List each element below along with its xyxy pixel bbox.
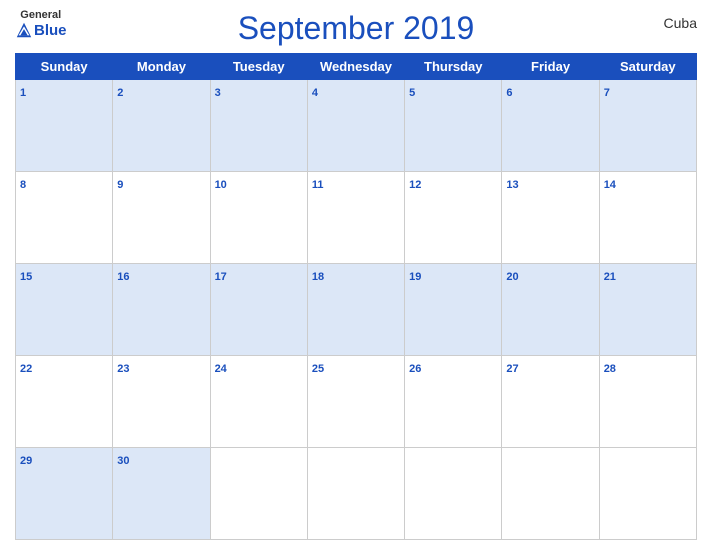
calendar-cell: 20 xyxy=(502,264,599,356)
day-number: 30 xyxy=(117,455,129,467)
day-number: 15 xyxy=(20,271,32,283)
calendar-week-row: 29 30 xyxy=(16,448,697,540)
calendar-cell: 14 xyxy=(599,172,696,264)
day-number: 22 xyxy=(20,363,32,375)
day-number: 25 xyxy=(312,363,324,375)
day-number: 23 xyxy=(117,363,129,375)
day-number: 14 xyxy=(604,179,616,191)
calendar-cell: 16 xyxy=(113,264,210,356)
calendar-cell: 7 xyxy=(599,80,696,172)
calendar-cell: 27 xyxy=(502,356,599,448)
day-number: 26 xyxy=(409,363,421,375)
calendar-cell: 2 xyxy=(113,80,210,172)
day-number: 12 xyxy=(409,179,421,191)
day-number: 5 xyxy=(409,87,415,99)
calendar-cell: 15 xyxy=(16,264,113,356)
day-number: 17 xyxy=(215,271,227,283)
calendar-cell: 13 xyxy=(502,172,599,264)
day-number: 27 xyxy=(506,363,518,375)
calendar-header: General Blue September 2019 Cuba xyxy=(15,10,697,47)
weekday-header-friday: Friday xyxy=(502,54,599,80)
calendar-cell xyxy=(405,448,502,540)
weekday-header-row: SundayMondayTuesdayWednesdayThursdayFrid… xyxy=(16,54,697,80)
calendar-cell: 21 xyxy=(599,264,696,356)
day-number: 8 xyxy=(20,179,26,191)
day-number: 28 xyxy=(604,363,616,375)
calendar-cell: 9 xyxy=(113,172,210,264)
logo-icon xyxy=(15,21,33,39)
calendar-cell: 26 xyxy=(405,356,502,448)
day-number: 19 xyxy=(409,271,421,283)
calendar-cell: 6 xyxy=(502,80,599,172)
day-number: 7 xyxy=(604,87,610,99)
calendar-cell: 8 xyxy=(16,172,113,264)
calendar-cell: 1 xyxy=(16,80,113,172)
calendar-cell: 19 xyxy=(405,264,502,356)
calendar-cell: 28 xyxy=(599,356,696,448)
weekday-header-wednesday: Wednesday xyxy=(307,54,404,80)
day-number: 16 xyxy=(117,271,129,283)
day-number: 21 xyxy=(604,271,616,283)
day-number: 13 xyxy=(506,179,518,191)
calendar-cell: 3 xyxy=(210,80,307,172)
calendar-cell: 11 xyxy=(307,172,404,264)
calendar-cell xyxy=(502,448,599,540)
calendar-cell: 24 xyxy=(210,356,307,448)
day-number: 1 xyxy=(20,87,26,99)
calendar-cell xyxy=(599,448,696,540)
day-number: 10 xyxy=(215,179,227,191)
logo-general-text: General xyxy=(20,10,61,21)
day-number: 2 xyxy=(117,87,123,99)
logo-blue-text: Blue xyxy=(15,21,67,39)
weekday-header-thursday: Thursday xyxy=(405,54,502,80)
calendar-cell: 18 xyxy=(307,264,404,356)
weekday-header-sunday: Sunday xyxy=(16,54,113,80)
calendar-cell: 17 xyxy=(210,264,307,356)
calendar-cell: 10 xyxy=(210,172,307,264)
calendar-week-row: 1 2 3 4 5 6 7 xyxy=(16,80,697,172)
calendar-cell: 12 xyxy=(405,172,502,264)
day-number: 6 xyxy=(506,87,512,99)
logo: General Blue xyxy=(15,10,67,39)
weekday-header-monday: Monday xyxy=(113,54,210,80)
calendar-table: SundayMondayTuesdayWednesdayThursdayFrid… xyxy=(15,53,697,540)
weekday-header-saturday: Saturday xyxy=(599,54,696,80)
day-number: 18 xyxy=(312,271,324,283)
day-number: 20 xyxy=(506,271,518,283)
calendar-week-row: 15 16 17 18 19 20 21 xyxy=(16,264,697,356)
calendar-cell xyxy=(307,448,404,540)
calendar-cell xyxy=(210,448,307,540)
calendar-cell: 25 xyxy=(307,356,404,448)
calendar-cell: 29 xyxy=(16,448,113,540)
day-number: 11 xyxy=(312,179,324,191)
weekday-header-tuesday: Tuesday xyxy=(210,54,307,80)
calendar-cell: 5 xyxy=(405,80,502,172)
calendar-cell: 22 xyxy=(16,356,113,448)
day-number: 4 xyxy=(312,87,318,99)
calendar-cell: 23 xyxy=(113,356,210,448)
day-number: 24 xyxy=(215,363,227,375)
calendar-week-row: 8 9 10 11 12 13 14 xyxy=(16,172,697,264)
calendar-cell: 4 xyxy=(307,80,404,172)
country-label: Cuba xyxy=(664,15,697,31)
calendar-week-row: 22 23 24 25 26 27 28 xyxy=(16,356,697,448)
month-title: September 2019 xyxy=(238,10,475,47)
day-number: 29 xyxy=(20,455,32,467)
day-number: 9 xyxy=(117,179,123,191)
calendar-cell: 30 xyxy=(113,448,210,540)
day-number: 3 xyxy=(215,87,221,99)
